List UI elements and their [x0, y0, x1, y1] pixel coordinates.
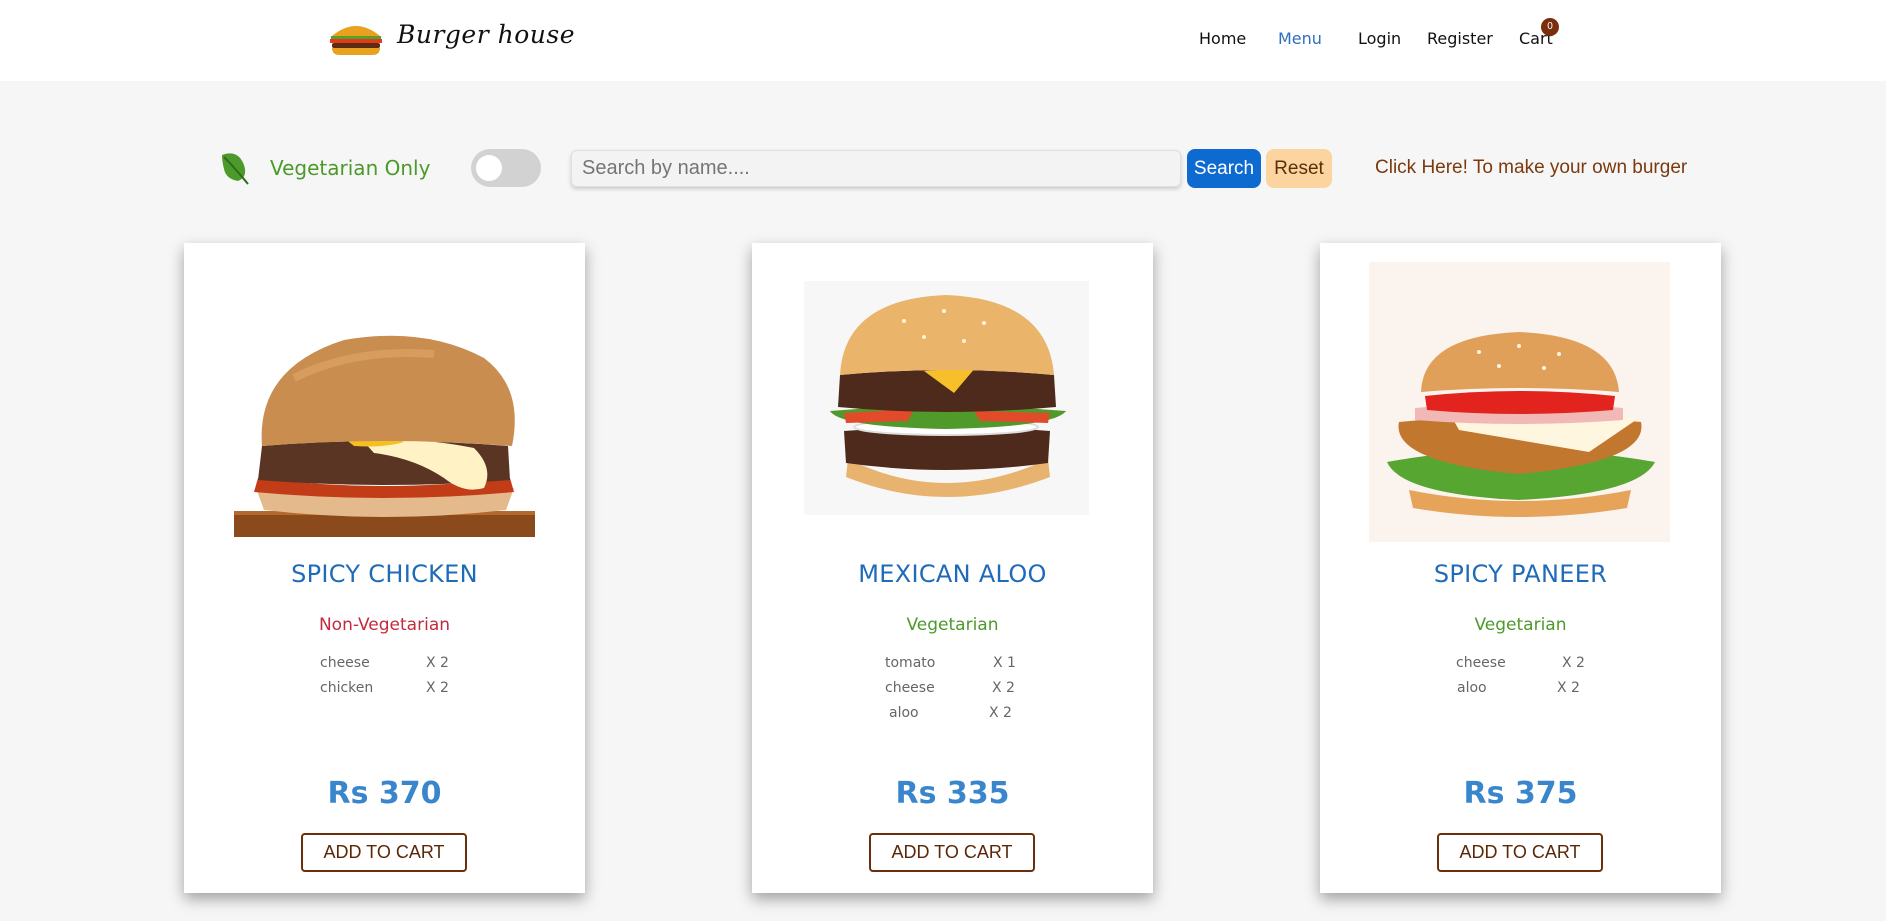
brand-name[interactable]: Burger house — [397, 20, 575, 49]
nav-home[interactable]: Home — [1199, 29, 1246, 48]
ingredient-list: cheese X 2 aloo X 2 — [1320, 655, 1721, 705]
ingredient-name: aloo — [1457, 680, 1487, 696]
cart-count-badge: 0 — [1541, 18, 1559, 36]
ingredient-row: tomato X 1 — [752, 655, 1153, 680]
ingredient-name: tomato — [885, 655, 936, 671]
search-button[interactable]: Search — [1187, 149, 1261, 188]
product-type: Non-Vegetarian — [318, 615, 451, 635]
ingredient-list: tomato X 1 cheese X 2 aloo X 2 — [752, 655, 1153, 730]
product-type: Vegetarian — [1474, 615, 1567, 635]
spicy-chicken-image — [234, 335, 535, 537]
product-price: Rs 370 — [327, 776, 442, 811]
ingredient-row: aloo X 2 — [752, 705, 1153, 730]
ingredient-qty: X 2 — [992, 680, 1015, 696]
add-to-cart-button[interactable]: ADD TO CART — [301, 833, 467, 872]
ingredient-row: cheese X 2 — [184, 655, 585, 680]
product-price: Rs 375 — [1463, 776, 1578, 811]
product-price: Rs 335 — [895, 776, 1010, 811]
product-card: MEXICAN ALOO Vegetarian tomato X 1 chees… — [752, 243, 1153, 893]
mexican-aloo-image — [804, 281, 1089, 515]
nav-register[interactable]: Register — [1427, 29, 1493, 48]
navbar: Burger house Home Menu Login Register Ca… — [0, 0, 1886, 81]
ingredient-qty: X 2 — [1562, 655, 1585, 671]
product-type: Vegetarian — [906, 615, 999, 635]
spicy-paneer-image — [1369, 262, 1670, 542]
product-title: MEXICAN ALOO — [858, 560, 1047, 588]
ingredient-list: cheese X 2 chicken X 2 — [184, 655, 585, 705]
ingredient-name: cheese — [320, 655, 370, 671]
ingredient-name: aloo — [889, 705, 919, 721]
search-input[interactable] — [571, 150, 1181, 187]
ingredient-row: cheese X 2 — [1320, 655, 1721, 680]
vegetarian-toggle[interactable] — [471, 149, 541, 187]
add-to-cart-button[interactable]: ADD TO CART — [869, 833, 1035, 872]
ingredient-name: cheese — [885, 680, 935, 696]
ingredient-row: chicken X 2 — [184, 680, 585, 705]
toggle-knob — [476, 155, 502, 181]
burger-logo-icon[interactable] — [328, 22, 384, 56]
nav-login[interactable]: Login — [1358, 29, 1401, 48]
ingredient-qty: X 2 — [989, 705, 1012, 721]
leaf-icon — [222, 153, 249, 185]
ingredient-row: cheese X 2 — [752, 680, 1153, 705]
make-your-own-burger-link[interactable]: Click Here! To make your own burger — [1375, 157, 1687, 179]
product-card: SPICY PANEER Vegetarian cheese X 2 aloo … — [1320, 243, 1721, 893]
product-title: SPICY PANEER — [1433, 560, 1608, 588]
ingredient-qty: X 2 — [1557, 680, 1580, 696]
vegetarian-only-label: Vegetarian Only — [270, 156, 431, 180]
product-title: SPICY CHICKEN — [291, 560, 478, 588]
ingredient-qty: X 2 — [426, 655, 449, 671]
product-card: SPICY CHICKEN Non-Vegetarian cheese X 2 … — [184, 243, 585, 893]
ingredient-name: cheese — [1456, 655, 1506, 671]
reset-button[interactable]: Reset — [1266, 149, 1332, 188]
ingredient-name: chicken — [320, 680, 374, 696]
nav-menu[interactable]: Menu — [1278, 29, 1322, 48]
ingredient-qty: X 1 — [993, 655, 1016, 671]
ingredient-row: aloo X 2 — [1320, 680, 1721, 705]
add-to-cart-button[interactable]: ADD TO CART — [1437, 833, 1603, 872]
ingredient-qty: X 2 — [426, 680, 449, 696]
